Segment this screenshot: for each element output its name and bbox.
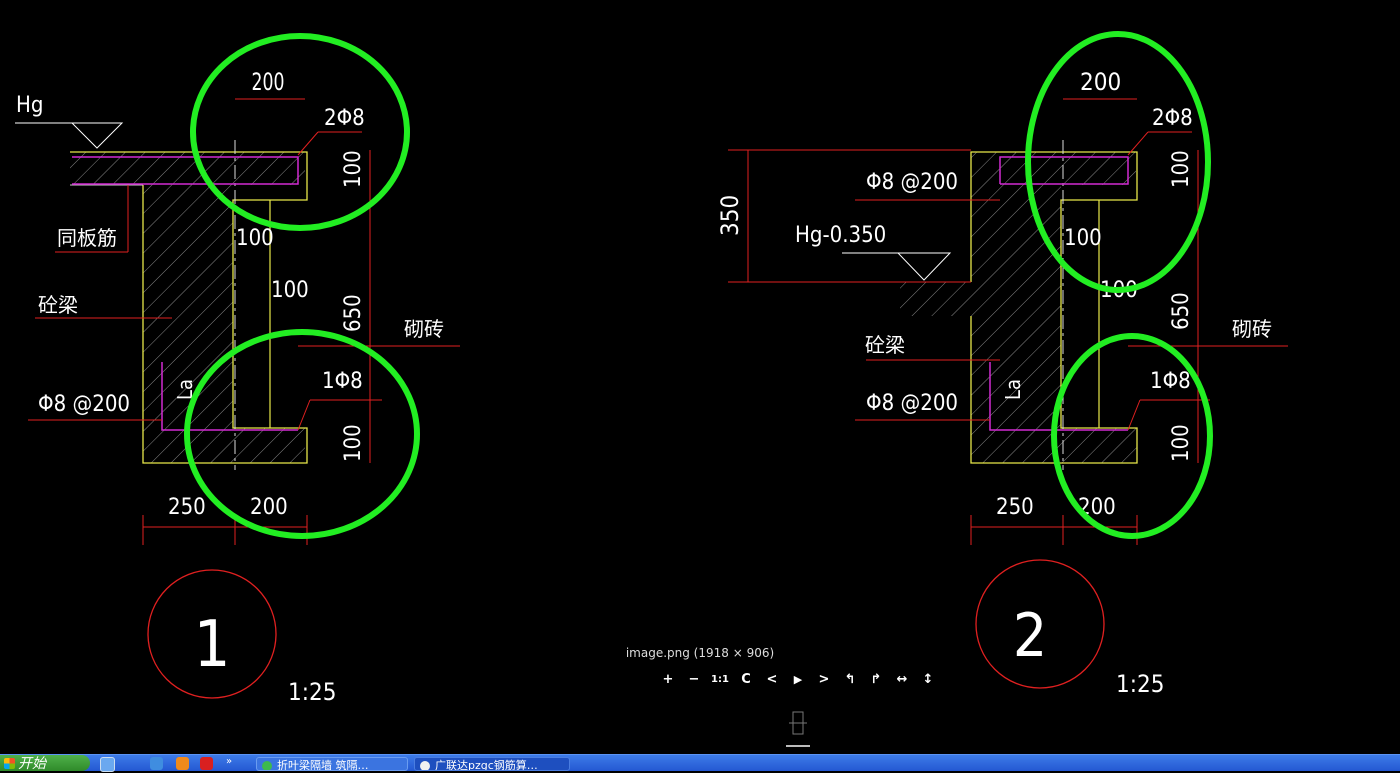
media-icon[interactable] [176, 757, 189, 770]
fit-width-button[interactable]: ↔ [889, 670, 915, 690]
play-button[interactable]: ▶ [785, 670, 811, 690]
left-bottom-hatch [233, 428, 305, 463]
right-beam-hatch [971, 185, 1061, 463]
right-detail-number: 2 [1013, 601, 1047, 671]
right-side-slab-hatch [900, 282, 971, 316]
left-bottom-dim-2: 200 [250, 495, 288, 520]
actual-size-button[interactable]: 1:1 [707, 670, 733, 690]
more-chevron-icon[interactable]: » [226, 757, 239, 770]
windows-flag-icon [4, 758, 15, 769]
fit-height-button[interactable]: ↕ [915, 670, 941, 690]
right-top-rebar: 2Φ8 [1152, 106, 1193, 131]
right-elevation-triangle [896, 252, 952, 281]
right-beam-label: 砼梁 [865, 333, 905, 357]
right-leader-top-rebar [1127, 131, 1149, 156]
left-leader-top-rebar [297, 131, 319, 156]
right-right-dim-top: 100 [1169, 150, 1194, 188]
right-scale: 1:25 [1116, 670, 1164, 698]
rotate-right-button[interactable]: ↱ [863, 670, 889, 690]
right-detail: 200 2Φ8 350 Φ8 @200 Hg-0.350 砼梁 Φ8 @200 … [716, 31, 1288, 698]
thumbnail-icon[interactable] [784, 710, 812, 750]
left-inner-dim-2: 100 [271, 278, 309, 303]
left-bottom-rebar: 1Φ8 [322, 369, 363, 394]
right-right-dim-mid: 650 [1169, 292, 1194, 330]
left-top-dim: 200 [252, 69, 285, 97]
left-scale: 1:25 [288, 678, 336, 706]
next-button[interactable]: > [811, 670, 837, 690]
left-brick-label: 砌砖 [404, 317, 444, 341]
right-stirrup-label: Φ8 @200 [866, 391, 958, 416]
left-stirrup-label: Φ8 @200 [38, 392, 130, 417]
task-item-app[interactable]: 广联达pzgc钢筋算… [414, 757, 570, 771]
taskbar: 开始 » 折叶梁隔墙 筑隔… 广联达pzgc钢筋算… [0, 754, 1400, 772]
left-right-dim-bottom: 100 [341, 424, 366, 462]
right-inner-dim-1: 100 [1064, 226, 1102, 251]
task-item-label: 广联达pzgc钢筋算… [435, 759, 538, 771]
zoom-out-button[interactable]: − [681, 670, 707, 690]
left-elevation: Hg [16, 93, 43, 118]
right-height-dim: 350 [716, 195, 744, 236]
left-right-dim-top: 100 [341, 150, 366, 188]
image-caption: image.png (1918 × 906) [625, 646, 775, 660]
left-highlight-top [190, 33, 410, 231]
right-top-stirrup-label: Φ8 @200 [866, 170, 958, 195]
task-item-browser[interactable]: 折叶梁隔墙 筑隔… [256, 757, 408, 771]
right-bottom-rebar: 1Φ8 [1150, 369, 1191, 394]
right-leader-bottom-rebar [1127, 399, 1141, 431]
left-inner-dim-1: 100 [236, 226, 274, 251]
left-leader-bottom-rebar [297, 399, 311, 431]
browser-icon[interactable] [150, 757, 163, 770]
refresh-button[interactable]: C [733, 670, 759, 690]
left-right-dim-mid: 650 [341, 294, 366, 332]
rotate-left-button[interactable]: ↰ [837, 670, 863, 690]
right-top-dim: 200 [1080, 68, 1121, 96]
left-detail-number: 1 [194, 608, 231, 682]
viewer-toolbar: + − 1:1 C < ▶ > ↰ ↱ ↔ ↕ [655, 670, 941, 690]
right-brick-label: 砌砖 [1232, 317, 1272, 341]
task-item-label: 折叶梁隔墙 筑隔… [277, 759, 369, 771]
start-button[interactable]: 开始 [0, 755, 90, 772]
right-right-dim-bottom: 100 [1169, 424, 1194, 462]
pdf-icon[interactable] [200, 757, 213, 770]
right-elevation: Hg-0.350 [795, 223, 886, 248]
left-top-rebar: 2Φ8 [324, 106, 365, 131]
left-bottom-dim-1: 250 [168, 495, 206, 520]
right-lap-label: La [1001, 379, 1025, 400]
previous-button[interactable]: < [759, 670, 785, 690]
left-beam-label: 砼梁 [38, 293, 78, 317]
right-bottom-dim-1: 250 [996, 495, 1034, 520]
left-slab-rebar-label: 同板筋 [57, 226, 117, 250]
left-detail: 200 2Φ8 Hg 同板筋 砼梁 Φ8 @200 La 100 100 100… [15, 33, 460, 706]
zoom-in-button[interactable]: + [655, 670, 681, 690]
left-elevation-triangle [70, 122, 124, 149]
right-bottom-hatch [1061, 428, 1137, 463]
